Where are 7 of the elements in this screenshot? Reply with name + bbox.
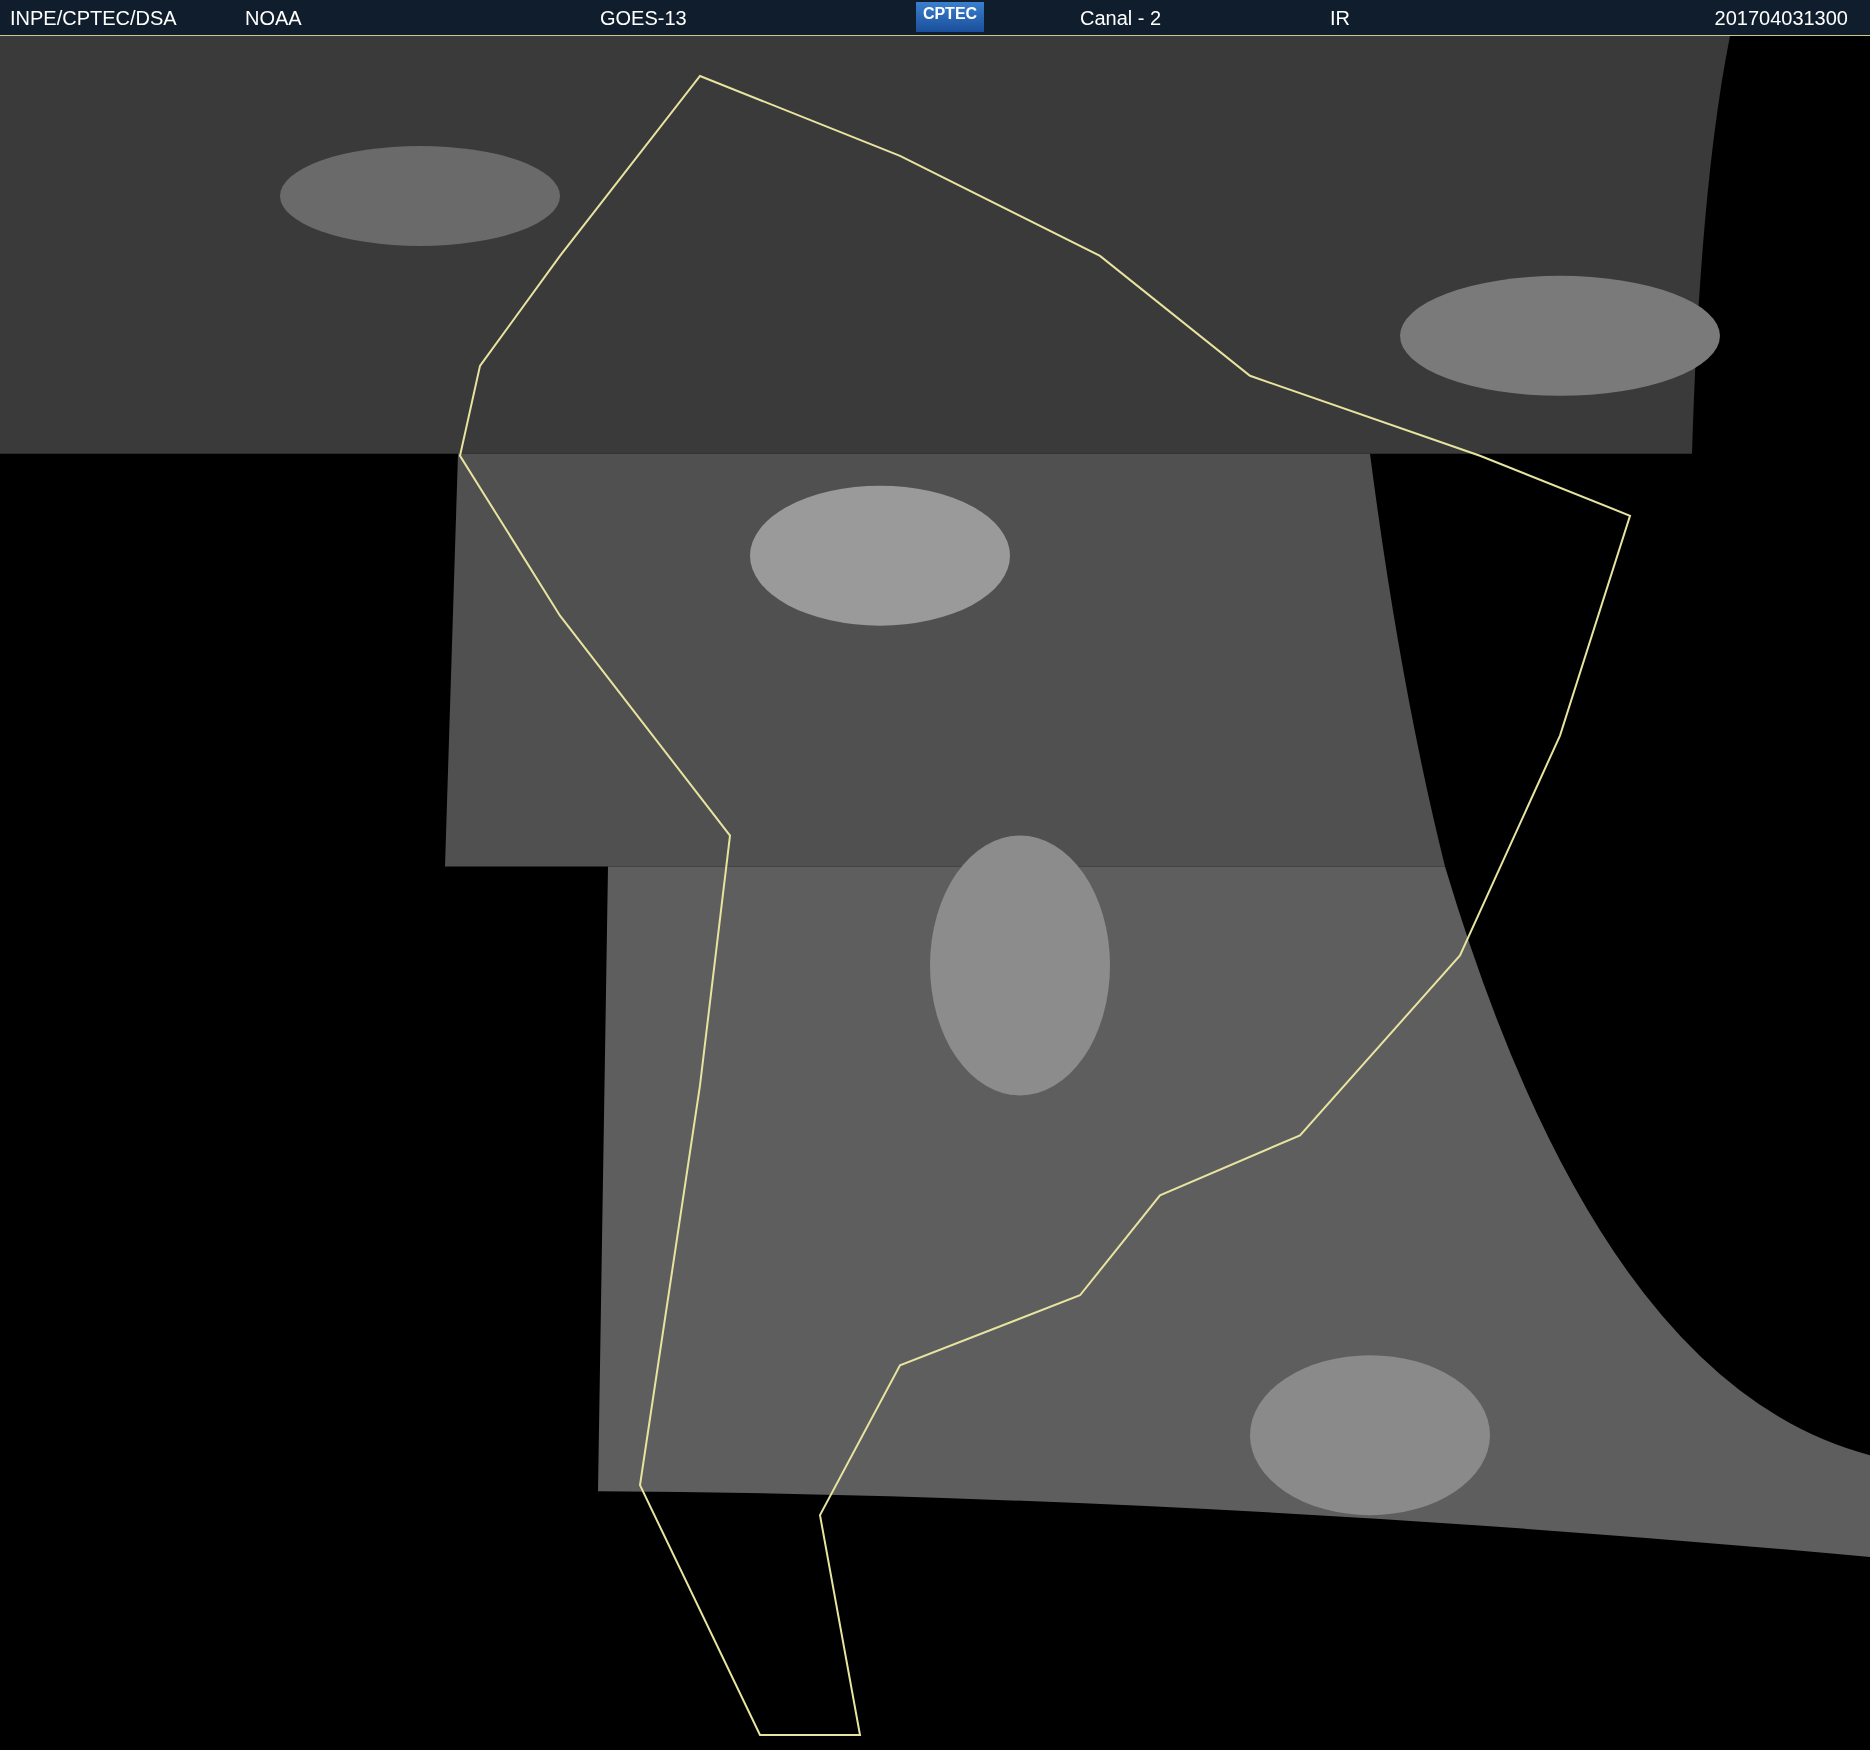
timestamp-label: 201704031300 [1714, 6, 1848, 30]
source-label: INPE/CPTEC/DSA [10, 6, 177, 30]
agency-label: NOAA [245, 6, 302, 30]
satellite-label: GOES-13 [600, 6, 687, 30]
logo: CPTEC [916, 2, 984, 32]
channel-label: Canal - 2 [1080, 6, 1162, 30]
band-label: IR [1330, 6, 1350, 30]
